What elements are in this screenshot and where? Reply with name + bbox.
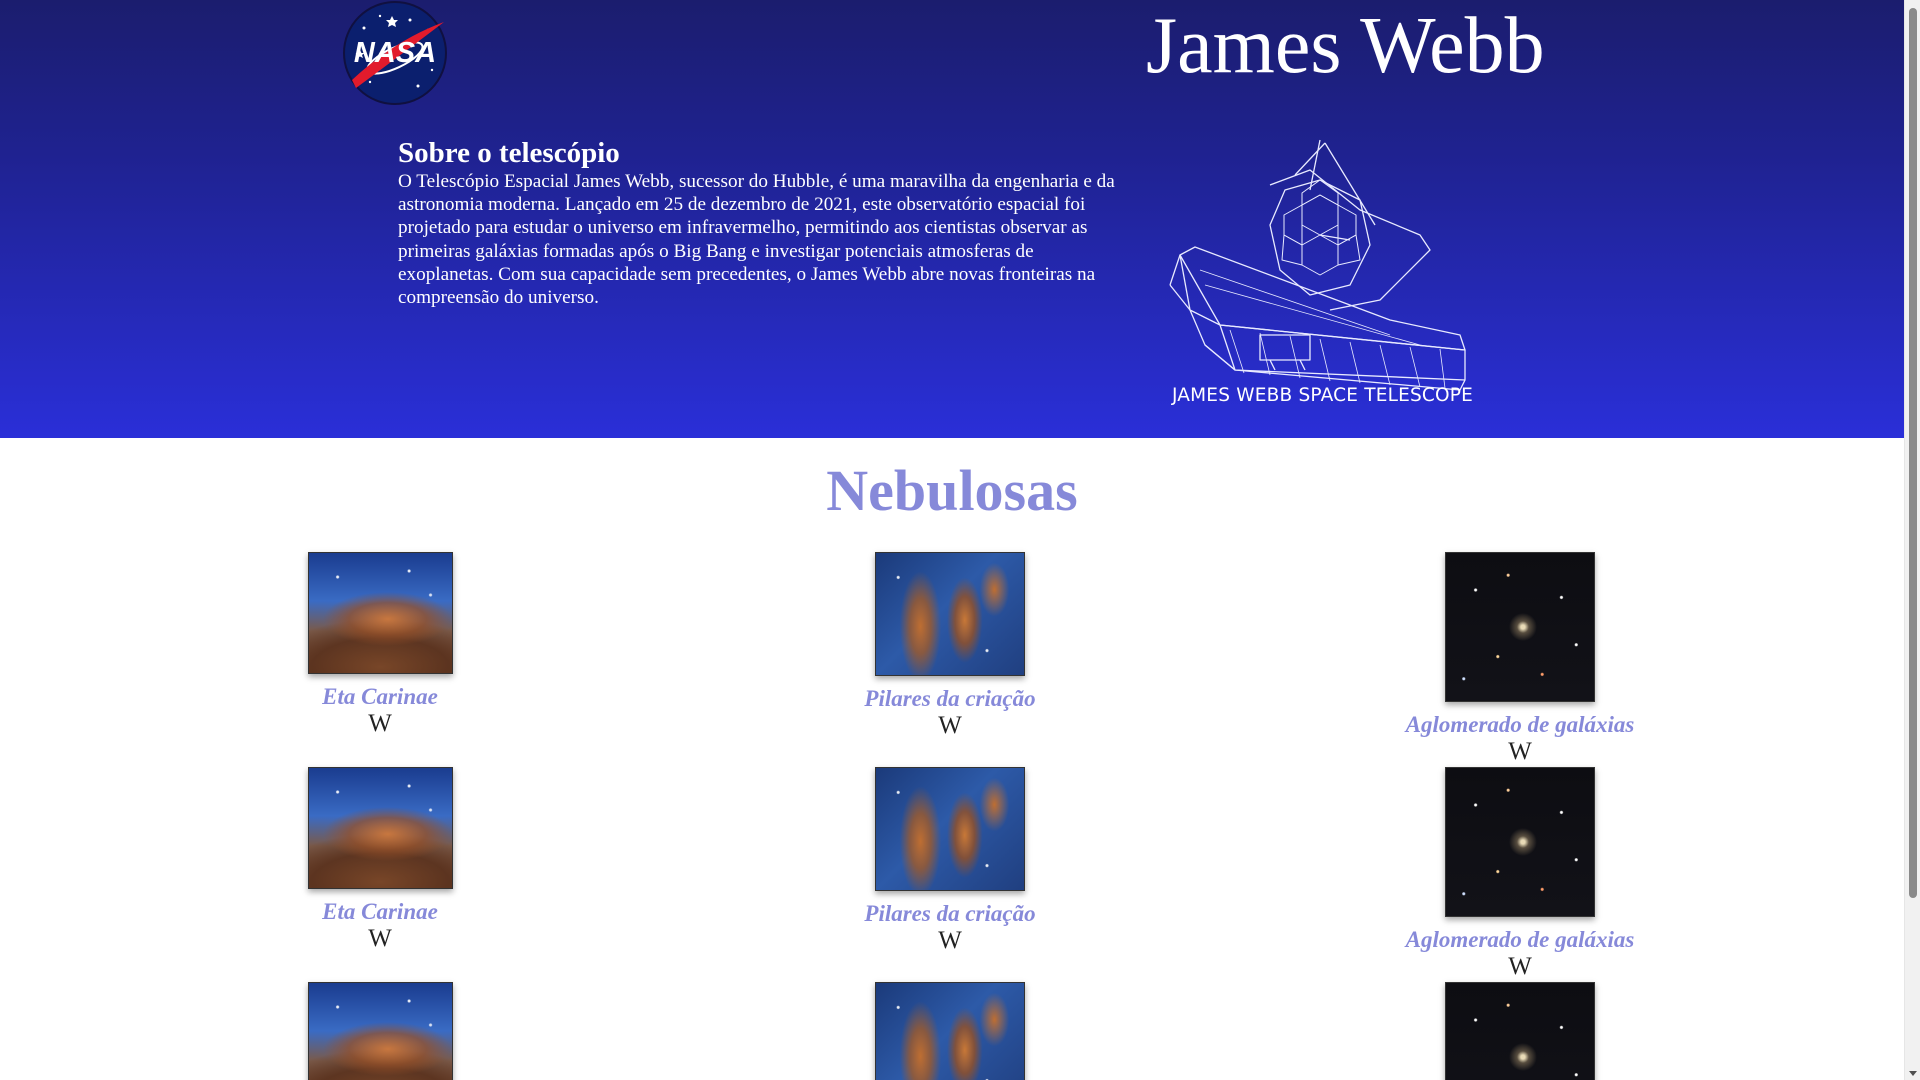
page: NASA James Webb Sobre o telescópio O Tel… <box>0 0 1904 1080</box>
gallery-card: Eta Carinae W <box>298 552 462 736</box>
card-caption[interactable]: Pilares da criação <box>850 901 1050 927</box>
galaxy-cluster-image[interactable] <box>1445 767 1595 917</box>
wikipedia-icon[interactable]: W <box>1390 739 1650 764</box>
eta-carinae-image[interactable] <box>307 982 453 1080</box>
about-heading: Sobre o telescópio <box>398 137 620 169</box>
pillars-of-creation-image[interactable] <box>875 767 1025 891</box>
site-title: James Webb <box>1146 2 1545 90</box>
gallery-card <box>850 982 1050 1080</box>
telescope-caption: JAMES WEBB SPACE TELESCOPE <box>1171 385 1474 406</box>
pillars-of-creation-image[interactable] <box>875 552 1025 676</box>
eta-carinae-image[interactable] <box>307 552 453 674</box>
wikipedia-icon[interactable]: W <box>298 926 462 951</box>
card-caption[interactable]: Aglomerado de galáxias <box>1390 712 1650 738</box>
gallery-card: Eta Carinae W <box>298 767 462 951</box>
wikipedia-icon[interactable]: W <box>298 711 462 736</box>
eta-carinae-image[interactable] <box>307 767 453 889</box>
pillars-of-creation-image[interactable] <box>875 982 1025 1080</box>
gallery-card: Pilares da criação W <box>850 767 1050 953</box>
logo-text: NASA <box>354 37 436 69</box>
gallery-title: Nebulosas <box>826 458 1078 523</box>
about-text: O Telescópio Espacial James Webb, sucess… <box>398 171 1115 309</box>
scrollbar-thumb[interactable] <box>1909 8 1917 898</box>
hero-header: NASA James Webb Sobre o telescópio O Tel… <box>0 0 1904 438</box>
vertical-scrollbar[interactable] <box>1904 0 1920 1080</box>
card-caption[interactable]: Aglomerado de galáxias <box>1390 927 1650 953</box>
gallery-card: Pilares da criação W <box>850 552 1050 738</box>
wikipedia-icon[interactable]: W <box>850 928 1050 953</box>
wikipedia-icon[interactable]: W <box>850 713 1050 738</box>
gallery-card <box>298 982 462 1080</box>
wikipedia-icon[interactable]: W <box>1390 954 1650 979</box>
scroll-down-arrow-icon[interactable] <box>1909 1071 1917 1076</box>
card-caption[interactable]: Eta Carinae <box>298 684 462 710</box>
card-caption[interactable]: Pilares da criação <box>850 686 1050 712</box>
nasa-logo[interactable]: NASA <box>340 0 450 106</box>
gallery-card: Aglomerado de galáxias W <box>1390 767 1650 979</box>
galaxy-cluster-image[interactable] <box>1445 552 1595 702</box>
gallery-card <box>1390 982 1650 1080</box>
galaxy-cluster-image[interactable] <box>1445 982 1595 1080</box>
jwst-illustration <box>1169 139 1466 391</box>
card-caption[interactable]: Eta Carinae <box>298 899 462 925</box>
gallery-card: Aglomerado de galáxias W <box>1390 552 1650 764</box>
